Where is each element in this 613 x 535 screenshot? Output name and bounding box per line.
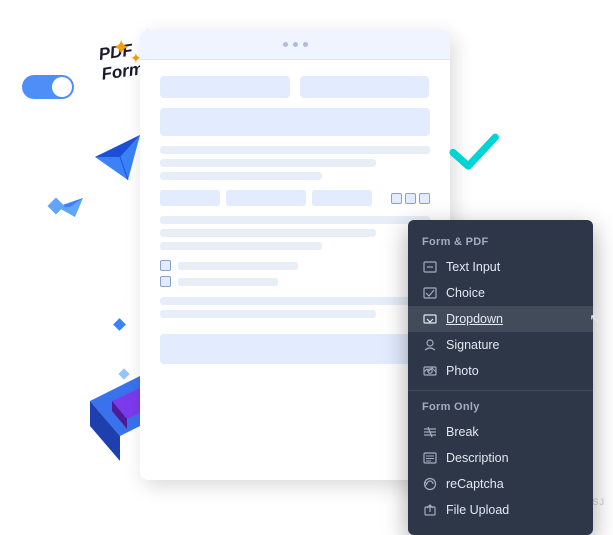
doc-lines-1	[160, 146, 430, 180]
section-form-only-label: Form Only	[408, 397, 593, 419]
header-dot-1	[283, 42, 288, 47]
photo-label: Photo	[446, 364, 479, 378]
form-field-long	[160, 108, 430, 136]
break-icon	[422, 424, 438, 440]
menu-item-break[interactable]: Break	[408, 419, 593, 445]
doc-line-5	[160, 229, 376, 237]
recaptcha-icon	[422, 476, 438, 492]
checkbox-rows	[160, 260, 430, 287]
doc-line-1	[160, 146, 430, 154]
menu-item-photo[interactable]: Photo	[408, 358, 593, 384]
small-box-1	[160, 190, 220, 206]
checkbox-label-2	[178, 278, 278, 286]
doc-line-4	[160, 216, 430, 224]
description-icon	[422, 450, 438, 466]
mini-checkbox-3	[419, 193, 430, 204]
header-dot-2	[293, 42, 298, 47]
doc-line-3	[160, 172, 322, 180]
form-row-1	[160, 76, 430, 98]
file-upload-icon	[422, 502, 438, 518]
signature-icon	[422, 337, 438, 353]
diamond-decoration-2	[113, 318, 126, 331]
form-field-first	[160, 76, 290, 98]
doc-line-2	[160, 159, 376, 167]
menu-item-text-input[interactable]: Text Input	[408, 254, 593, 280]
mini-checkbox-1	[391, 193, 402, 204]
file-upload-label: File Upload	[446, 503, 509, 517]
checkbox-row-2	[160, 276, 171, 287]
menu-item-recaptcha[interactable]: reCaptcha	[408, 471, 593, 497]
cursor-icon: ↖	[589, 311, 601, 328]
photo-icon	[422, 363, 438, 379]
header-dot-3	[303, 42, 308, 47]
form-field-bottom	[160, 334, 430, 364]
form-small-row-1	[160, 190, 430, 206]
menu-item-choice[interactable]: Choice	[408, 280, 593, 306]
menu-item-file-upload[interactable]: File Upload	[408, 497, 593, 523]
doc-line-7	[160, 297, 430, 305]
paper-plane-blue	[90, 130, 145, 190]
text-input-label: Text Input	[446, 260, 500, 274]
doc-lines-3	[160, 297, 430, 318]
toggle-decoration	[20, 70, 80, 110]
sparkle-decoration: ✦	[112, 35, 130, 61]
menu-item-dropdown[interactable]: Dropdown ↖	[408, 306, 593, 332]
doc-line-6	[160, 242, 322, 250]
doc-lines-2	[160, 216, 430, 250]
choice-icon	[422, 285, 438, 301]
form-document	[140, 30, 450, 480]
mini-checkbox-2	[405, 193, 416, 204]
section-form-pdf-label: Form & PDF	[408, 232, 593, 254]
menu-item-description[interactable]: Description	[408, 445, 593, 471]
doc-line-8	[160, 310, 376, 318]
dropdown-label: Dropdown	[446, 312, 503, 326]
doc-header	[140, 30, 450, 60]
context-menu: Form & PDF Text Input Choice Dropdown	[408, 220, 593, 535]
break-label: Break	[446, 425, 479, 439]
description-label: Description	[446, 451, 509, 465]
recaptcha-label: reCaptcha	[446, 477, 504, 491]
signature-label: Signature	[446, 338, 500, 352]
menu-divider	[408, 390, 593, 391]
choice-label: Choice	[446, 286, 485, 300]
doc-body	[140, 60, 450, 380]
small-box-2	[226, 190, 306, 206]
text-input-icon	[422, 259, 438, 275]
checkmark-badge	[448, 130, 503, 175]
checkbox-label-1	[178, 262, 298, 270]
small-box-3	[312, 190, 372, 206]
checkbox-row-1	[160, 260, 171, 271]
dropdown-icon	[422, 311, 438, 327]
form-field-second	[300, 76, 430, 98]
menu-item-signature[interactable]: Signature	[408, 332, 593, 358]
